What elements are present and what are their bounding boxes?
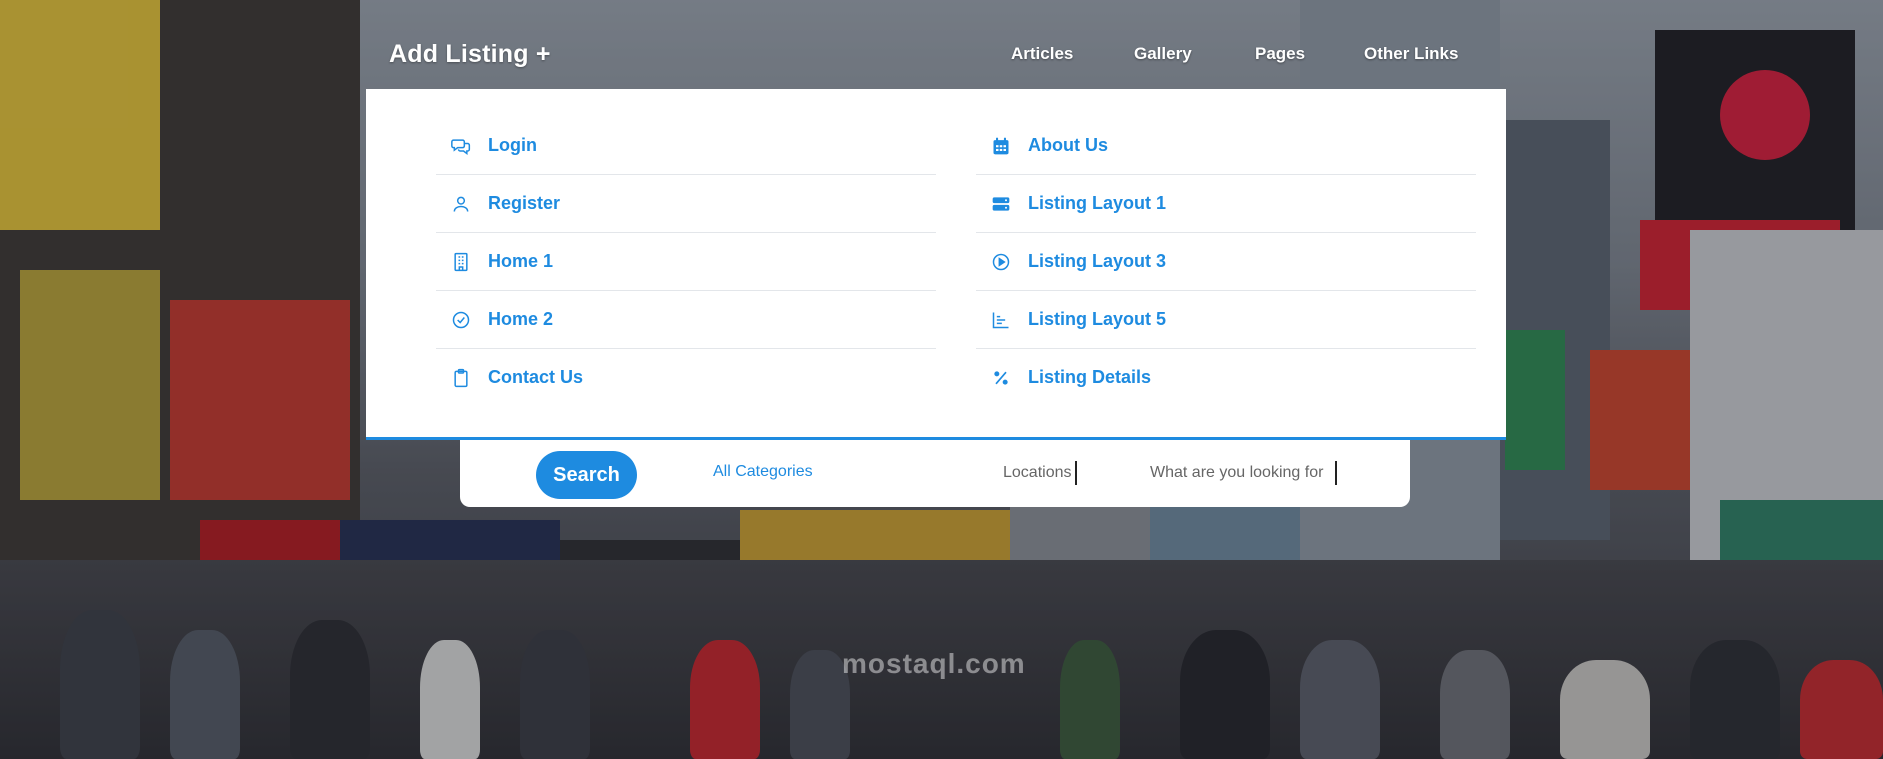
- menu-item-about-us[interactable]: About Us: [976, 117, 1476, 175]
- search-query-input[interactable]: [1150, 461, 1337, 485]
- menu-item-login[interactable]: Login: [436, 117, 936, 175]
- menu-column-left: Login Register Home 1 Home 2 Contact Us: [436, 117, 936, 406]
- menu-item-label: Listing Details: [1028, 367, 1152, 387]
- pages-dropdown-menu: Login Register Home 1 Home 2 Contact Us: [366, 89, 1506, 440]
- menu-item-label: Home 2: [488, 309, 554, 329]
- search-button[interactable]: Search: [536, 451, 637, 499]
- clipboard-icon: [448, 367, 474, 389]
- nav-gallery[interactable]: Gallery: [1134, 44, 1192, 64]
- percent-icon: [988, 367, 1014, 389]
- server-icon: [988, 193, 1014, 215]
- play-circle-icon: [988, 251, 1014, 273]
- menu-item-label: About Us: [1028, 135, 1108, 155]
- location-input[interactable]: [1003, 461, 1077, 485]
- bar-chart-icon: [988, 309, 1014, 331]
- menu-item-contact-us[interactable]: Contact Us: [436, 349, 936, 406]
- watermark: mostaql.com: [842, 650, 1026, 678]
- nav-other-links[interactable]: Other Links: [1364, 44, 1458, 64]
- menu-item-label: Listing Layout 1: [1028, 193, 1167, 213]
- watermark-text: mostaql.com: [842, 648, 1026, 679]
- menu-item-listing-layout-1[interactable]: Listing Layout 1: [976, 175, 1476, 233]
- nav-pages[interactable]: Pages: [1255, 44, 1305, 64]
- check-circle-icon: [448, 309, 474, 331]
- menu-item-label: Listing Layout 5: [1028, 309, 1167, 329]
- menu-item-label: Home 1: [488, 251, 554, 271]
- menu-column-right: About Us Listing Layout 1 Listing Layout…: [976, 117, 1476, 406]
- menu-item-home-1[interactable]: Home 1: [436, 233, 936, 291]
- building-icon: [448, 251, 474, 273]
- menu-item-label: Register: [488, 193, 561, 213]
- menu-item-listing-details[interactable]: Listing Details: [976, 349, 1476, 406]
- search-bar: Search All Categories: [460, 440, 1410, 507]
- menu-item-label: Contact Us: [488, 367, 584, 387]
- category-select[interactable]: All Categories: [713, 463, 813, 481]
- calendar-icon: [988, 135, 1014, 157]
- menu-item-label: Listing Layout 3: [1028, 251, 1167, 271]
- nav-articles[interactable]: Articles: [1011, 44, 1073, 64]
- menu-item-listing-layout-5[interactable]: Listing Layout 5: [976, 291, 1476, 349]
- user-icon: [448, 193, 474, 215]
- add-listing-link[interactable]: Add Listing +: [389, 40, 551, 69]
- menu-item-listing-layout-3[interactable]: Listing Layout 3: [976, 233, 1476, 291]
- menu-item-label: Login: [488, 135, 537, 155]
- menu-item-register[interactable]: Register: [436, 175, 936, 233]
- chat-icon: [448, 135, 474, 157]
- menu-item-home-2[interactable]: Home 2: [436, 291, 936, 349]
